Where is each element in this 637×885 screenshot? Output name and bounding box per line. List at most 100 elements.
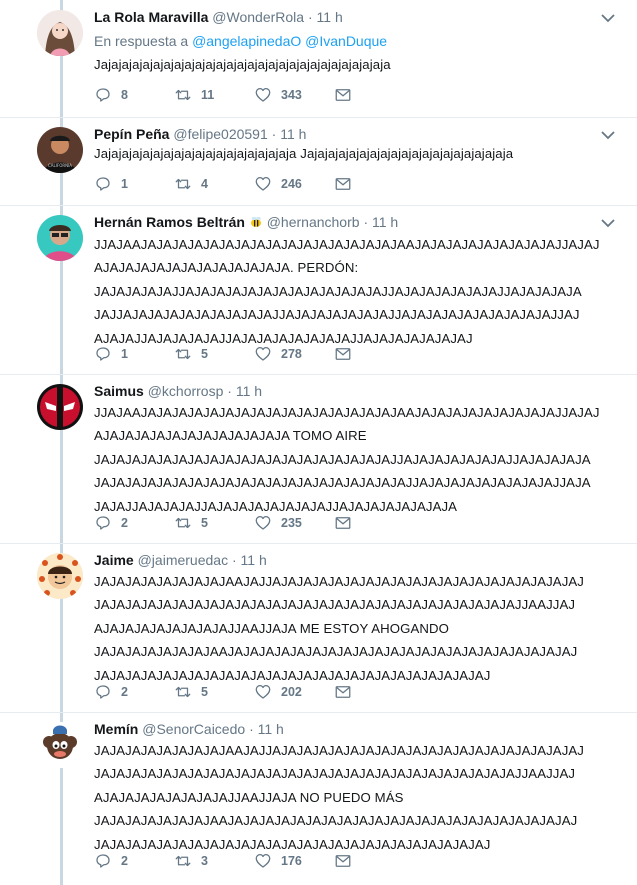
like-count: 343 bbox=[281, 88, 302, 102]
separator-dot: · bbox=[271, 126, 277, 142]
display-name[interactable]: Hernán Ramos Beltrán bbox=[94, 214, 245, 230]
tweet-text: Jajajajajajajajajajajajajajajajajajaja J… bbox=[94, 146, 514, 161]
tweet-header: Memín @SenorCaicedo · 11 h bbox=[94, 721, 284, 737]
reply-prefix: En respuesta a bbox=[94, 33, 189, 49]
retweet-count: 5 bbox=[201, 347, 208, 361]
tweet[interactable]: Saimus @kchorrosp · 11 h JJAJAAJAJAJAJAJ… bbox=[0, 375, 637, 543]
user-handle[interactable]: @felipe020591 bbox=[173, 126, 267, 142]
display-name[interactable]: Pepín Peña bbox=[94, 126, 169, 142]
timestamp[interactable]: 11 h bbox=[372, 214, 398, 230]
like-button[interactable]: 246 bbox=[254, 175, 302, 193]
retweet-button[interactable]: 3 bbox=[174, 852, 208, 870]
reply-button[interactable]: 2 bbox=[94, 683, 128, 701]
user-handle[interactable]: @kchorrosp bbox=[148, 383, 224, 399]
direct-message-button[interactable] bbox=[334, 345, 352, 363]
reply-button[interactable]: 1 bbox=[94, 175, 128, 193]
like-button[interactable]: 176 bbox=[254, 852, 302, 870]
avatar[interactable] bbox=[37, 722, 83, 768]
separator-dot: · bbox=[227, 383, 232, 399]
avatar[interactable] bbox=[37, 10, 83, 56]
tweet-header: La Rola Maravilla @WonderRola · 11 h bbox=[94, 9, 343, 25]
chevron-down-icon[interactable] bbox=[601, 218, 615, 228]
retweet-button[interactable]: 4 bbox=[174, 175, 208, 193]
direct-message-button[interactable] bbox=[334, 86, 352, 104]
like-count: 278 bbox=[281, 347, 302, 361]
avatar[interactable] bbox=[37, 553, 83, 599]
timestamp[interactable]: 11 h bbox=[236, 383, 262, 399]
retweet-icon bbox=[175, 517, 191, 529]
direct-message-button[interactable] bbox=[334, 683, 352, 701]
chevron-down-icon[interactable] bbox=[601, 130, 615, 140]
like-button[interactable]: 202 bbox=[254, 683, 302, 701]
avatar[interactable] bbox=[37, 384, 83, 430]
user-handle[interactable]: @jaimeruedac bbox=[138, 552, 228, 568]
tweet-text: JJAJAAJAJAJAJAJAJAJAJAJAJAJAJAJAJAJAJAJA… bbox=[94, 237, 600, 346]
like-count: 176 bbox=[281, 854, 302, 868]
retweet-button[interactable]: 5 bbox=[174, 345, 208, 363]
like-count: 235 bbox=[281, 516, 302, 530]
like-button[interactable]: 343 bbox=[254, 86, 302, 104]
like-count: 246 bbox=[281, 177, 302, 191]
heart-icon bbox=[255, 346, 271, 361]
user-handle[interactable]: @SenorCaicedo bbox=[142, 721, 245, 737]
heart-icon bbox=[255, 684, 271, 699]
retweet-icon bbox=[175, 178, 191, 190]
tweet[interactable]: Hernán Ramos Beltrán @hernanchorb · 11 h… bbox=[0, 206, 637, 374]
avatar[interactable]: CALIFORNIA bbox=[37, 127, 83, 173]
timestamp[interactable]: 11 h bbox=[241, 552, 267, 568]
bee-icon bbox=[250, 216, 261, 227]
timestamp[interactable]: 11 h bbox=[258, 721, 284, 737]
like-count: 202 bbox=[281, 685, 302, 699]
display-name[interactable]: La Rola Maravilla bbox=[94, 9, 208, 25]
tweet[interactable]: Jaime @jaimeruedac · 11 h JAJAJAJAJAJAJA… bbox=[0, 544, 637, 712]
avatar[interactable] bbox=[37, 215, 83, 261]
mention-link[interactable]: @angelapinedaO bbox=[192, 33, 301, 49]
display-name[interactable]: Memín bbox=[94, 721, 138, 737]
tweet-text: Jajajajajajajajajajajajajajajajajajajaja… bbox=[94, 57, 391, 72]
user-handle[interactable]: @hernanchorb bbox=[267, 214, 360, 230]
heart-icon bbox=[255, 176, 271, 191]
display-name[interactable]: Saimus bbox=[94, 383, 144, 399]
timestamp[interactable]: 11 h bbox=[280, 126, 306, 142]
user-handle[interactable]: @WonderRola bbox=[212, 9, 304, 25]
tweet[interactable]: Memín @SenorCaicedo · 11 h JAJAJAJAJAJAJ… bbox=[0, 713, 637, 885]
tweet[interactable]: CALIFORNIA Pepín Peña @felipe020591 · 11… bbox=[0, 118, 637, 205]
reply-context: En respuesta a @angelapinedaO @IvanDuque bbox=[94, 33, 387, 49]
tweet-header: Jaime @jaimeruedac · 11 h bbox=[94, 552, 267, 568]
reply-button[interactable]: 1 bbox=[94, 345, 128, 363]
timestamp[interactable]: 11 h bbox=[317, 9, 343, 25]
retweet-icon bbox=[175, 855, 191, 867]
heart-icon bbox=[255, 87, 271, 102]
retweet-button[interactable]: 11 bbox=[174, 86, 214, 104]
heart-icon bbox=[255, 853, 271, 868]
reply-icon bbox=[96, 854, 110, 868]
retweet-icon bbox=[175, 348, 191, 360]
separator-dot: · bbox=[231, 552, 237, 568]
like-button[interactable]: 278 bbox=[254, 345, 302, 363]
reply-count: 1 bbox=[121, 347, 128, 361]
mention-link[interactable]: @IvanDuque bbox=[305, 33, 387, 49]
envelope-icon bbox=[335, 686, 351, 698]
separator-dot: · bbox=[307, 9, 313, 25]
tweet-text: JAJAJAJAJAJAJAJAJAAJAJJAJAJAJAJAJAJAJAJA… bbox=[94, 743, 584, 852]
tweet[interactable]: La Rola Maravilla @WonderRola · 11 h En … bbox=[0, 0, 637, 117]
envelope-icon bbox=[335, 517, 351, 529]
like-button[interactable]: 235 bbox=[254, 514, 302, 532]
direct-message-button[interactable] bbox=[334, 514, 352, 532]
reply-count: 2 bbox=[121, 516, 128, 530]
display-name[interactable]: Jaime bbox=[94, 552, 134, 568]
reply-button[interactable]: 8 bbox=[94, 86, 128, 104]
reply-button[interactable]: 2 bbox=[94, 852, 128, 870]
direct-message-button[interactable] bbox=[334, 175, 352, 193]
reply-button[interactable]: 2 bbox=[94, 514, 128, 532]
reply-icon bbox=[96, 516, 110, 530]
tweet-text: JJAJAAJAJAJAJAJAJAJAJAJAJAJAJAJAJAJAJAJA… bbox=[94, 405, 600, 514]
retweet-count: 5 bbox=[201, 685, 208, 699]
reply-icon bbox=[96, 685, 110, 699]
retweet-button[interactable]: 5 bbox=[174, 683, 208, 701]
direct-message-button[interactable] bbox=[334, 852, 352, 870]
reply-icon bbox=[96, 347, 110, 361]
retweet-icon bbox=[175, 686, 191, 698]
retweet-button[interactable]: 5 bbox=[174, 514, 208, 532]
chevron-down-icon[interactable] bbox=[601, 13, 615, 23]
